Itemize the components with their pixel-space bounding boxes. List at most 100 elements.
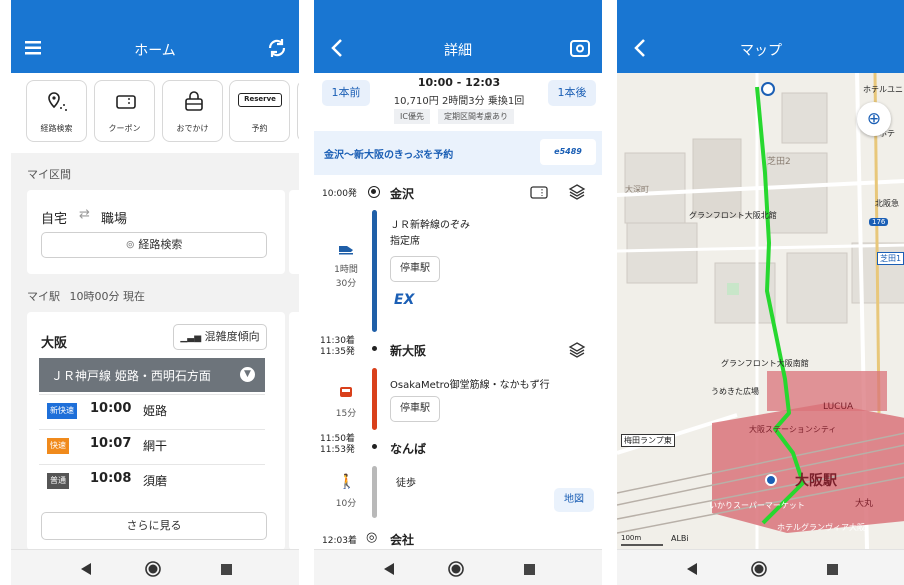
commute-tag: 定期区間考慮あり xyxy=(438,109,514,124)
next-card-edge xyxy=(289,190,299,274)
leg-line-metro xyxy=(372,368,377,430)
train-type-badge: 快速 xyxy=(47,438,69,454)
shortcut-coupon[interactable]: クーポン xyxy=(94,80,155,142)
train-row[interactable]: 普通 10:08 須磨 xyxy=(39,464,265,496)
my-route-heading: マイ区間 xyxy=(27,168,71,181)
train-type-badge: 新快速 xyxy=(47,403,77,419)
map-label: 大阪ステーションシティ xyxy=(749,425,837,434)
refresh-icon[interactable] xyxy=(265,36,289,60)
map-label: 大丸 xyxy=(855,499,874,509)
home-circle-icon[interactable] xyxy=(144,560,162,578)
start-pin-icon[interactable] xyxy=(761,82,775,96)
recents-square-icon[interactable] xyxy=(823,560,841,578)
android-nav-bar xyxy=(617,549,904,585)
my-location-icon[interactable]: ⊕ xyxy=(857,102,891,136)
ticket-reserve-label: 金沢～新大阪のきっぷを予約 xyxy=(324,150,454,161)
page-title: 詳細 xyxy=(444,43,472,59)
map-label: 芝田2 xyxy=(767,157,791,167)
leg-duration-minutes: 30分 xyxy=(335,279,357,289)
reserve-icon: Reserve xyxy=(238,93,282,107)
layers-icon[interactable] xyxy=(568,341,586,359)
my-station-heading: マイ駅 10時00分 現在 xyxy=(27,288,145,304)
screenshot-camera-icon[interactable] xyxy=(568,36,592,60)
my-station-title: マイ駅 xyxy=(27,290,60,303)
android-nav-bar xyxy=(11,549,299,585)
leg-duration: 10分 xyxy=(335,499,357,509)
shortcut-label: おでかけ xyxy=(176,124,209,133)
back-triangle-icon[interactable] xyxy=(380,560,398,578)
shortcut-more[interactable]: お xyxy=(297,80,299,142)
my-station-time: 10時00分 現在 xyxy=(69,290,146,303)
departure-time: 10:00 xyxy=(90,401,132,416)
chevron-down-icon: ▼ xyxy=(240,367,255,382)
crowd-trend-button[interactable]: ▁▃▅ 混雑度傾向 xyxy=(173,324,267,350)
leg-line-shinkansen xyxy=(372,210,377,332)
stops-button[interactable]: 停車駅 xyxy=(390,256,440,282)
map-button[interactable]: 地図 xyxy=(554,488,594,512)
train-row[interactable]: 快速 10:07 網干 xyxy=(39,429,265,461)
line-direction-header[interactable]: ＪＲ神戸線 姫路・西明石方面 ▼ xyxy=(39,358,265,392)
stop-name: 会社 xyxy=(390,533,415,547)
back-triangle-icon[interactable] xyxy=(683,560,701,578)
page-title: ホーム xyxy=(134,43,176,59)
ticket-reserve-banner[interactable]: 金沢～新大阪のきっぷを予約 e5489 xyxy=(314,131,602,175)
see-more-button[interactable]: さらに見る xyxy=(41,512,267,540)
map-label: グランフロント大阪南館 xyxy=(721,359,809,368)
shortcut-label: 予約 xyxy=(251,124,268,133)
stop-time-dep: 11:53発 xyxy=(320,445,355,455)
map-label: 北阪急 xyxy=(875,199,899,208)
scale-label: 100m xyxy=(621,534,642,542)
my-route-card: 自宅 ⇄ 職場 ⊚ 経路検索 xyxy=(27,190,285,274)
shortcut-route-search[interactable]: 経路検索 xyxy=(26,80,87,142)
swap-arrow-icon: ⇄ xyxy=(79,207,90,222)
detail-app-bar: 詳細 xyxy=(314,0,602,73)
map-label: グランフロント大阪北館 xyxy=(689,211,777,220)
destination-pin-icon: ◎ xyxy=(366,530,378,545)
transfer-dot xyxy=(372,444,377,449)
home-circle-icon[interactable] xyxy=(750,560,768,578)
leg-duration: 1時間 xyxy=(334,265,358,275)
destination-pin-icon[interactable] xyxy=(765,474,777,486)
leg-line-name: 徒歩 xyxy=(396,478,416,489)
leg-line-walk xyxy=(372,466,377,518)
subway-icon xyxy=(340,387,352,397)
layers-icon[interactable] xyxy=(568,183,586,201)
route-search-button[interactable]: ⊚ 経路検索 xyxy=(41,232,267,258)
previous-train-button[interactable]: 1本前 xyxy=(322,80,370,106)
coupon-icon[interactable] xyxy=(530,185,548,201)
stop-time-arr: 11:30着 xyxy=(320,336,355,346)
transfer-dot xyxy=(372,346,377,351)
shortcut-outing[interactable]: おでかけ xyxy=(162,80,223,142)
stop-time-arr: 11:50着 xyxy=(320,434,355,444)
bar-chart-icon: ▁▃▅ xyxy=(180,333,202,343)
line-direction-label: ＪＲ神戸線 姫路・西明石方面 xyxy=(51,369,211,383)
stop-name: 新大阪 xyxy=(390,344,427,358)
shortcut-label: 経路検索 xyxy=(40,124,73,133)
route-number-badge: 176 xyxy=(869,218,889,226)
back-triangle-icon[interactable] xyxy=(77,560,95,578)
map-view[interactable] xyxy=(617,73,904,549)
map-label: ホテルユニ xyxy=(863,85,903,94)
train-row[interactable]: 新快速 10:00 姫路 xyxy=(39,394,265,426)
map-label: いかりスーパーマーケット xyxy=(709,501,805,510)
ic-priority-tag: IC優先 xyxy=(394,109,430,124)
coupon-icon xyxy=(116,95,136,109)
shortcut-label: クーポン xyxy=(108,124,141,133)
map-label: 大深町 xyxy=(625,185,649,194)
recents-square-icon[interactable] xyxy=(217,560,235,578)
map-label: うめきた広場 xyxy=(711,387,759,396)
home-circle-icon[interactable] xyxy=(447,560,465,578)
home-app-bar: ホーム xyxy=(11,0,299,73)
next-card-edge xyxy=(289,312,299,550)
route-to: 職場 xyxy=(101,212,128,227)
shortcut-reserve[interactable]: Reserve 予約 xyxy=(229,80,290,142)
departure-time: 10:07 xyxy=(90,436,132,451)
recents-square-icon[interactable] xyxy=(520,560,538,578)
stop-name: なんば xyxy=(390,442,427,456)
departure-time: 10:08 xyxy=(90,471,132,486)
route-search-label: 経路検索 xyxy=(138,238,183,251)
next-train-button[interactable]: 1本後 xyxy=(548,80,596,106)
time-range: 10:00 - 12:03 xyxy=(417,76,501,89)
stops-button[interactable]: 停車駅 xyxy=(390,396,440,422)
leg-line-name: ＪＲ新幹線のぞみ xyxy=(390,220,470,231)
